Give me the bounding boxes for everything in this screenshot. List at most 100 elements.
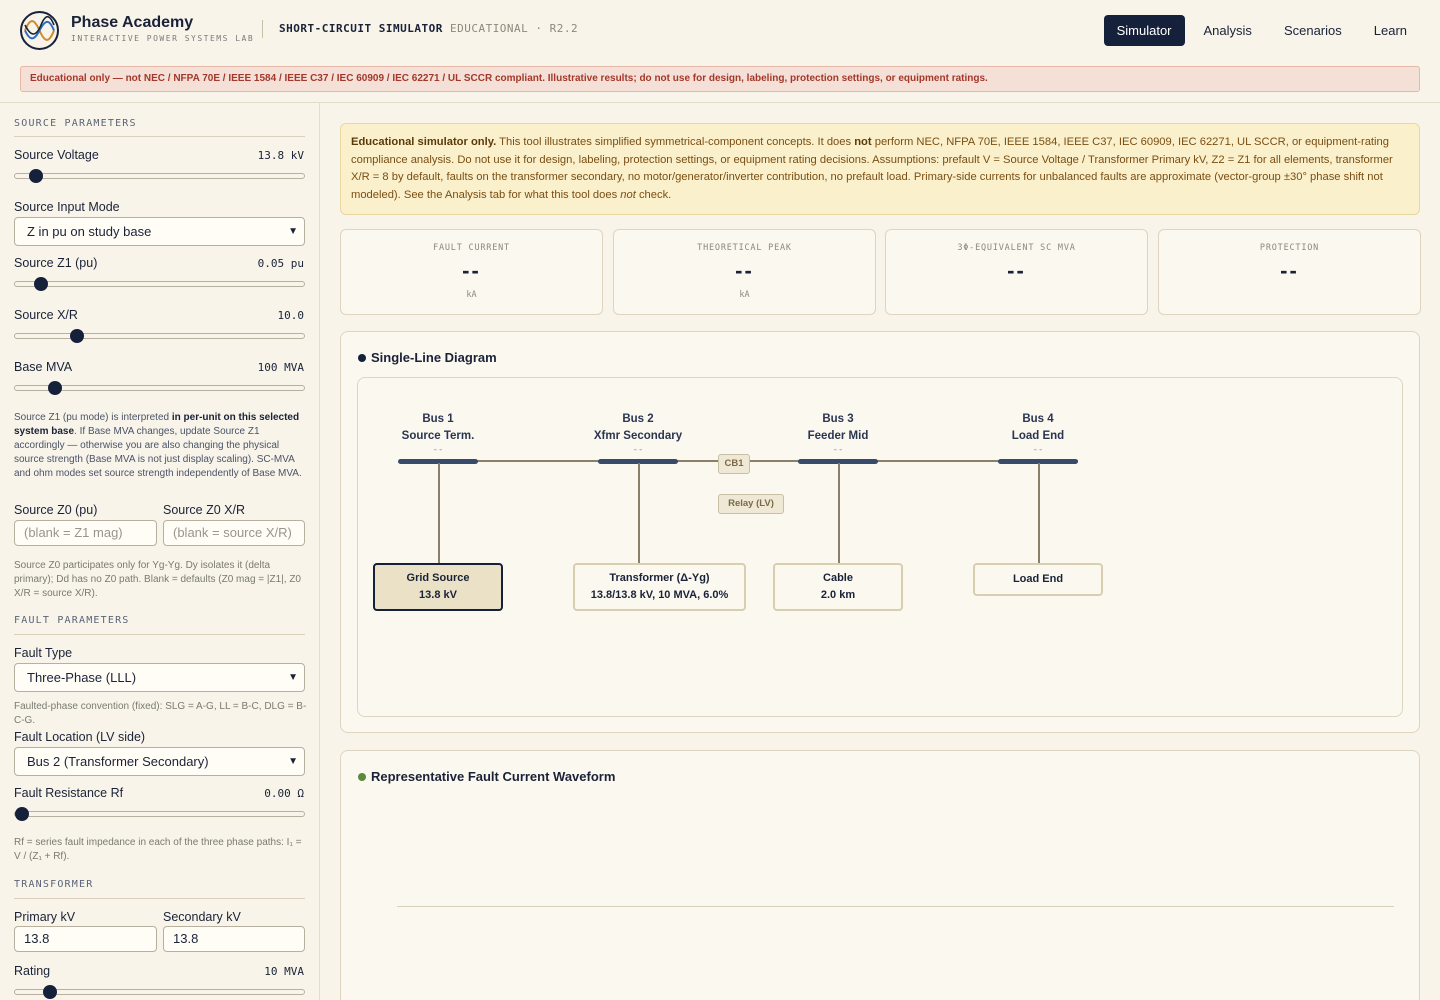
xr-value: 10.0	[277, 309, 305, 322]
app-title-version: EDUCATIONAL · R2.2	[449, 22, 579, 35]
z1-value: 0.05 pu	[257, 257, 304, 270]
slider-thumb[interactable]	[48, 381, 63, 395]
phase-academy-logo[interactable]	[20, 11, 59, 50]
bus-name: Bus 1	[422, 413, 454, 425]
nav-tab-scenarios[interactable]: Scenarios	[1271, 15, 1355, 46]
breaker-cb1[interactable]: CB1	[718, 454, 750, 474]
primary-kv-label: Primary kV	[14, 910, 76, 924]
fault-type-selected: Three-Phase (LLL)	[27, 670, 137, 685]
fault-convention-help: Faulted-phase convention (fixed): SLG = …	[14, 701, 307, 726]
section-divider	[14, 898, 305, 899]
card-label: FAULT CURRENT	[433, 243, 510, 253]
fault-type-select[interactable]: Three-Phase (LLL) ▼	[14, 663, 305, 692]
single-line-diagram-panel: Single-Line Diagram Bus 1 Source Term. --…	[340, 331, 1420, 733]
nav-tab-simulator[interactable]: Simulator	[1103, 15, 1185, 46]
card-label: PROTECTION	[1259, 243, 1320, 253]
card-value: --	[1280, 258, 1299, 283]
single-line-diagram: Bus 1 Source Term. -- Grid Source 13.8 kV …	[357, 377, 1403, 717]
input-mode-label: Source Input Mode	[14, 200, 120, 214]
bus-4-label: Bus 4 Load End	[978, 411, 1098, 445]
fault-location-label: Fault Location (LV side)	[14, 730, 146, 744]
slider-thumb[interactable]	[70, 329, 85, 343]
card-unit: kA	[739, 290, 750, 300]
rating-label: Rating	[14, 964, 51, 978]
load-end-box[interactable]: Load End	[973, 563, 1103, 596]
bus-3-drop	[838, 463, 840, 563]
main-content: Educational simulator only. This tool il…	[320, 103, 1440, 1000]
rf-slider[interactable]	[14, 807, 305, 821]
educational-notice: Educational simulator only. This tool il…	[340, 123, 1420, 215]
eq-line1: Grid Source	[406, 572, 470, 584]
sc-mva-card: 3Φ-EQUIVALENT SC MVA --	[885, 229, 1148, 315]
transformer-title: TRANSFORMER	[14, 879, 94, 890]
slider-thumb[interactable]	[15, 807, 29, 821]
grid-source-box[interactable]: Grid Source 13.8 kV	[373, 563, 503, 611]
section-divider	[14, 136, 305, 137]
brand-subtitle: INTERACTIVE POWER SYSTEMS LAB	[71, 34, 255, 43]
base-mva-slider[interactable]	[14, 381, 305, 395]
protection-card: PROTECTION --	[1158, 229, 1421, 315]
transformer-box[interactable]: Transformer (Δ-Yg) 13.8/13.8 kV, 10 MVA, …	[573, 563, 746, 611]
section-divider	[14, 634, 305, 635]
secondary-kv-input[interactable]: 13.8	[163, 926, 305, 952]
parameter-sidebar: SOURCE PARAMETERS Source Voltage 13.8 kV…	[0, 103, 320, 1000]
bus-1-drop	[438, 463, 440, 563]
z1-slider[interactable]	[14, 277, 305, 291]
xr-slider[interactable]	[14, 329, 305, 343]
slider-thumb[interactable]	[28, 169, 43, 183]
z0-input[interactable]: (blank = Z1 mag)	[14, 520, 157, 546]
card-value: --	[1007, 258, 1026, 283]
feeder-line	[438, 460, 1078, 462]
rf-label: Fault Resistance Rf	[14, 786, 124, 800]
eq-line2: 2.0 km	[820, 589, 856, 601]
xr-label: Source X/R	[14, 308, 78, 322]
notice-text: check.	[635, 188, 672, 201]
nav-tab-analysis[interactable]: Analysis	[1191, 15, 1265, 46]
card-label: 3Φ-EQUIVALENT SC MVA	[957, 243, 1076, 253]
eq-line1: Load End	[1012, 573, 1064, 585]
bus-desc: Source Term.	[401, 430, 475, 442]
rf-help: Rf = series fault impedance in each of t…	[14, 837, 302, 862]
card-value: --	[462, 258, 481, 283]
bus-4-value: --	[1032, 445, 1044, 455]
card-unit: kA	[466, 290, 477, 300]
primary-kv-input[interactable]: 13.8	[14, 926, 157, 952]
card-value: --	[735, 258, 754, 283]
input-mode-selected: Z in pu on study base	[27, 224, 152, 239]
eq-line1: Transformer (Δ-Yg)	[609, 572, 710, 584]
bus-3-value: --	[832, 445, 844, 455]
brand-name: Phase Academy	[71, 14, 194, 31]
bus-1-value: --	[432, 445, 444, 455]
source-params-title: SOURCE PARAMETERS	[14, 118, 137, 129]
header-divider	[262, 20, 263, 38]
fault-params-title: FAULT PARAMETERS	[14, 615, 130, 626]
panel-dot-icon	[358, 354, 366, 362]
app-title-main: SHORT-CIRCUIT SIMULATOR	[279, 22, 443, 35]
fault-location-select[interactable]: Bus 2 (Transformer Secondary) ▼	[14, 747, 305, 776]
input-mode-select[interactable]: Z in pu on study base ▼	[14, 217, 305, 246]
slider-thumb[interactable]	[34, 277, 49, 291]
slider-thumb[interactable]	[42, 985, 57, 999]
eq-line1: Cable	[823, 572, 853, 584]
chevron-down-icon: ▼	[288, 226, 298, 237]
waveform-title: Representative Fault Current Waveform	[371, 769, 616, 784]
source-voltage-slider[interactable]	[14, 169, 305, 183]
bus-desc: Load End	[1011, 430, 1065, 442]
bus-desc: Xfmr Secondary	[593, 430, 683, 442]
source-voltage-label: Source Voltage	[14, 148, 99, 162]
cable-box[interactable]: Cable 2.0 km	[773, 563, 903, 611]
sld-title: Single-Line Diagram	[371, 350, 497, 365]
z0-xr-input[interactable]: (blank = source X/R)	[163, 520, 305, 546]
rf-value: 0.00 Ω	[264, 787, 304, 800]
rating-slider[interactable]	[14, 985, 305, 999]
chevron-down-icon: ▼	[288, 756, 298, 767]
nav-tab-learn[interactable]: Learn	[1361, 15, 1420, 46]
fault-current-card: FAULT CURRENT -- kA	[340, 229, 603, 315]
card-label: THEORETICAL PEAK	[697, 243, 792, 253]
rating-value: 10 MVA	[264, 965, 304, 978]
bus-2-value: --	[632, 445, 644, 455]
z1-label: Source Z1 (pu)	[14, 256, 98, 270]
bus-1-label: Bus 1 Source Term.	[378, 411, 498, 445]
relay-lv-tag[interactable]: Relay (LV)	[718, 494, 784, 514]
fault-type-label: Fault Type	[14, 646, 73, 660]
